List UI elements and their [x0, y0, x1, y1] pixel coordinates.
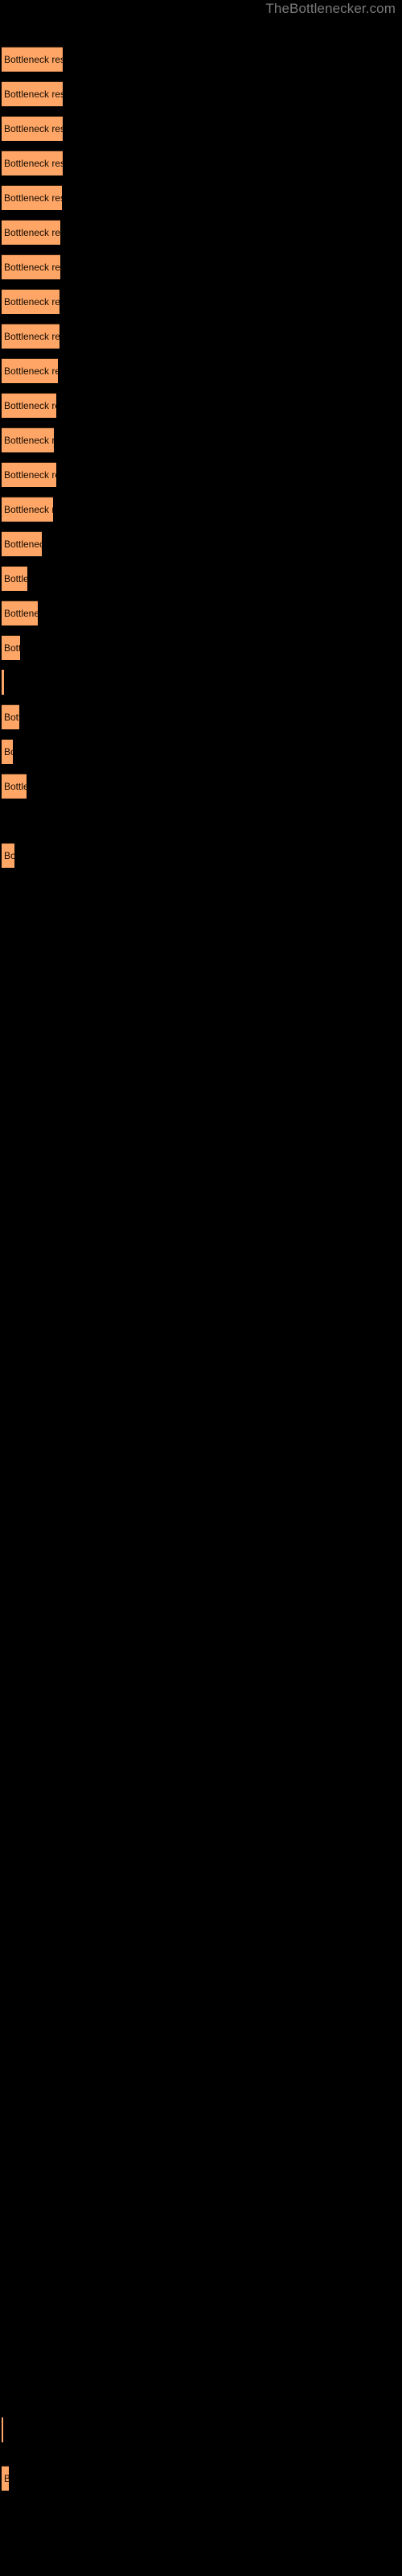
bar-bottleneck-result[interactable]: Bottleneck result — [2, 220, 60, 245]
bar-label: Bottleneck result — [4, 158, 63, 169]
bar-bottleneck-result[interactable]: Bottleneck result — [2, 81, 63, 106]
bar-label: Bottleneck result — [4, 54, 63, 65]
bar-bottleneck-result[interactable]: Bottleneck result — [2, 531, 42, 556]
bar-bottleneck-result[interactable]: Bottleneck result — [2, 566, 27, 591]
bar-label: Bottleneck result — [4, 781, 27, 792]
bar-label: Bottleneck result — [4, 850, 14, 861]
bar-label: Bottleneck result — [4, 712, 19, 723]
bar-label: Bottleneck result — [4, 504, 53, 515]
bar-label: Bottleneck result — [4, 608, 38, 619]
bar-label: Bottleneck result — [4, 400, 56, 411]
page-root: TheBottlenecker.com Bottleneck resultBot… — [0, 0, 402, 2576]
bar-label: Bottleneck result — [4, 89, 63, 100]
bar-bottleneck-result[interactable]: Bottleneck result — [2, 427, 54, 452]
bar-label: Bottleneck result — [4, 469, 56, 481]
bar-label: Bottleneck result — [4, 642, 20, 654]
bar-label: Bottleneck result — [4, 331, 59, 342]
bar-bottleneck-result[interactable]: Bottleneck result — [2, 47, 63, 72]
bar-bottleneck-result[interactable]: Bottleneck result — [2, 185, 62, 210]
bar-bottleneck-result[interactable]: Bottleneck result — [2, 462, 56, 487]
bar-bottleneck-result[interactable]: Bottleneck result — [2, 774, 27, 799]
bar-bottleneck-result[interactable]: Bottleneck result — [2, 497, 53, 522]
bar-bottleneck-result[interactable]: Bottleneck result — [2, 2466, 9, 2491]
bar-bottleneck-result[interactable]: Bottleneck result — [2, 393, 56, 418]
bar-bottleneck-result[interactable]: Bottleneck result — [2, 843, 14, 868]
bar-label: Bottleneck result — [4, 539, 42, 550]
bar-bottleneck-result[interactable]: Bottleneck result — [2, 324, 59, 349]
bar-bottleneck-result[interactable]: Bottleneck result — [2, 358, 58, 383]
bar-bottleneck-result[interactable]: Bottleneck result — [2, 704, 19, 729]
bar-bottleneck-result[interactable]: Bottleneck result — [2, 670, 4, 695]
bar-label: Bottleneck result — [4, 365, 58, 377]
bar-label: Bottleneck result — [4, 192, 62, 204]
bar-label: Bottleneck result — [4, 573, 27, 584]
bar-bottleneck-result[interactable]: Bottleneck result — [2, 116, 63, 141]
bar-bottleneck-result[interactable]: Bottleneck result — [2, 254, 60, 279]
bar-label: Bottleneck result — [4, 296, 59, 308]
bar-bottleneck-result[interactable]: Bottleneck result — [2, 739, 13, 764]
bottleneck-bar-chart: Bottleneck result Bottleneck result Bottle… — [0, 0, 402, 2576]
bar-label: Bottleneck result — [4, 746, 13, 758]
bar-label: Bottleneck result — [4, 435, 54, 446]
bar-label: Bottleneck result — [4, 2473, 9, 2484]
bar-bottleneck-result[interactable]: Bottleneck result — [2, 635, 20, 660]
bar-bottleneck-result[interactable]: Bottleneck result — [2, 289, 59, 314]
bar-bottleneck-result[interactable]: Bottleneck result — [2, 601, 38, 625]
bar-bottleneck-result[interactable]: Bottleneck result — [2, 151, 63, 175]
bar-label: Bottleneck result — [4, 262, 60, 273]
bar-label: Bottleneck result — [4, 227, 60, 238]
bar-bottleneck-result[interactable]: Bottleneck result — [2, 2417, 3, 2442]
bar-label: Bottleneck result — [4, 123, 63, 134]
